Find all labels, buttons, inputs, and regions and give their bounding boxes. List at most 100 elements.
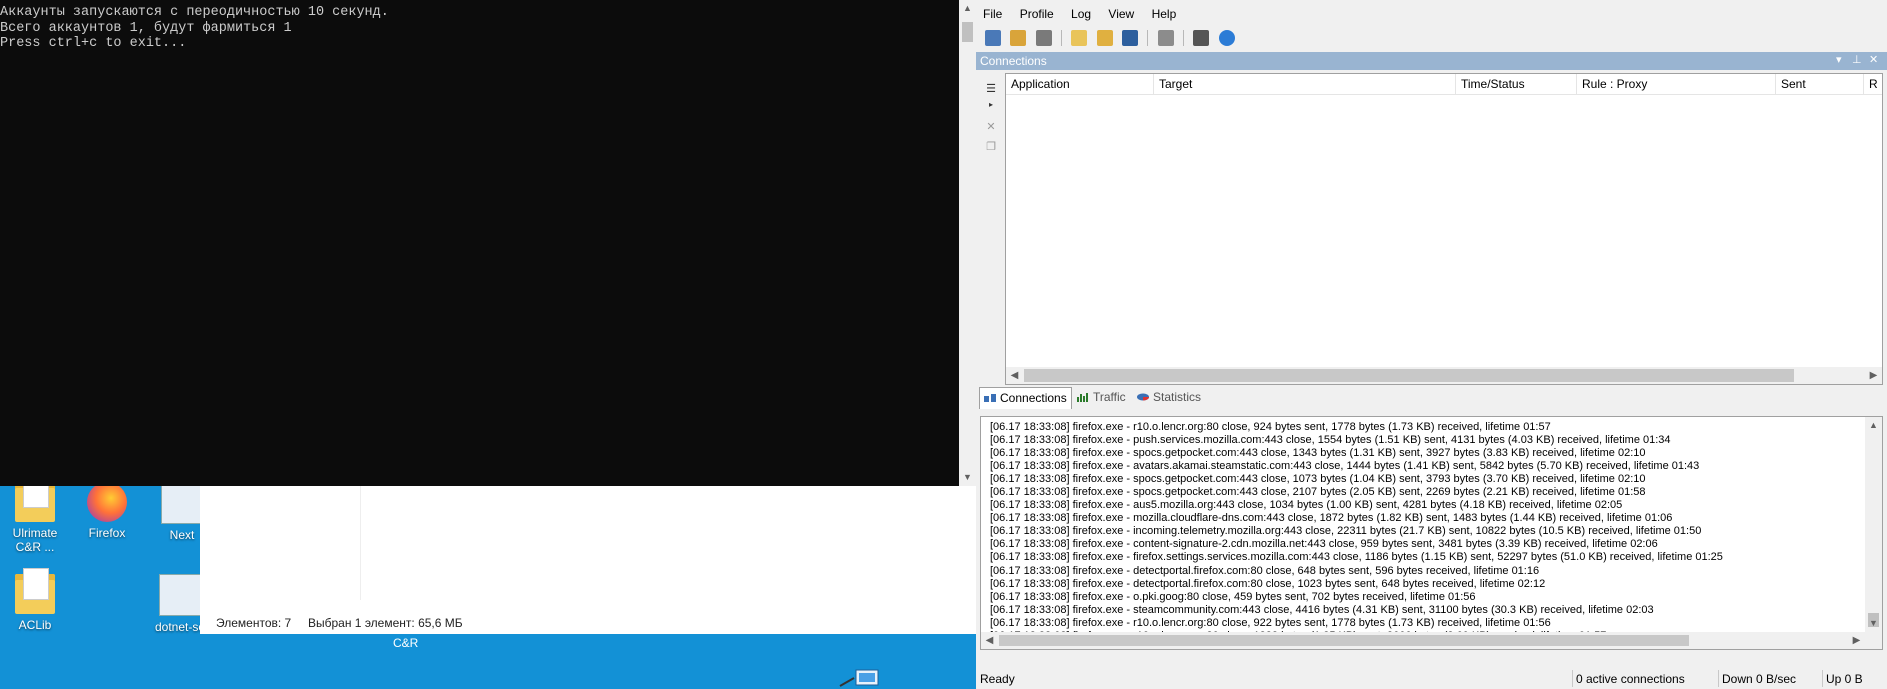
- status-bar: Ready 0 active connections Down 0 B/sec …: [976, 668, 1887, 689]
- help-icon[interactable]: [1218, 30, 1235, 46]
- status-active-connections: 0 active connections: [1576, 672, 1685, 686]
- menu-view[interactable]: View: [1101, 5, 1141, 23]
- network-monitor-icon[interactable]: [838, 668, 882, 689]
- column-target[interactable]: Target: [1154, 74, 1456, 94]
- log-line: [06.17 18:33:08] firefox.exe - detectpor…: [990, 564, 1540, 577]
- tab-label: Connections: [1000, 391, 1067, 405]
- log-line: [06.17 18:33:08] firefox.exe - spocs.get…: [990, 486, 1646, 499]
- desktop-icon-aclib[interactable]: ACLib: [0, 568, 70, 632]
- table-header: Application Target Time/Status Rule : Pr…: [1006, 74, 1882, 95]
- scroll-left-icon[interactable]: ◀: [1006, 367, 1023, 384]
- menu-log[interactable]: Log: [1064, 5, 1098, 23]
- pane-dropdown-icon[interactable]: ▾: [1836, 53, 1842, 66]
- new-profile-icon[interactable]: [1071, 30, 1088, 46]
- menu-profile[interactable]: Profile: [1013, 5, 1061, 23]
- connections-table[interactable]: Application Target Time/Status Rule : Pr…: [1005, 73, 1883, 385]
- scroll-left-icon[interactable]: ◀: [981, 632, 998, 649]
- desktop-icon-label: ACLib: [18, 618, 52, 632]
- status-download-rate: Down 0 B/sec: [1722, 672, 1797, 686]
- scroll-right-icon[interactable]: ▶: [1865, 367, 1882, 384]
- open-profile-icon[interactable]: [1096, 30, 1113, 46]
- status-upload-rate: Up 0 B: [1826, 672, 1863, 686]
- scroll-up-icon[interactable]: ▲: [1865, 417, 1882, 434]
- pane-title-text: Connections: [980, 54, 1047, 68]
- log-lines: [06.17 18:33:08] firefox.exe - r10.o.len…: [990, 421, 1850, 649]
- connections-pane-title: Connections ▾ ⊥ ✕: [976, 52, 1887, 70]
- log-horizontal-scrollbar[interactable]: ◀ ▶: [981, 632, 1865, 649]
- menu-help[interactable]: Help: [1145, 5, 1184, 23]
- console-line: Аккаунты запускаются с переодичностью 10…: [0, 5, 389, 20]
- bottom-tabs: Connections Traffic Statistics: [976, 387, 1887, 409]
- tab-statistics[interactable]: Statistics: [1133, 387, 1205, 408]
- scroll-right-icon[interactable]: ▶: [1848, 632, 1865, 649]
- name-resolution-icon[interactable]: [1035, 30, 1052, 46]
- column-time-status[interactable]: Time/Status: [1456, 74, 1577, 94]
- file-explorer-window: Элементов: 7 Выбран 1 элемент: 65,6 МБ: [200, 470, 976, 634]
- tab-connections[interactable]: Connections: [979, 387, 1072, 409]
- scroll-thumb[interactable]: [999, 635, 1689, 646]
- log-line: [06.17 18:33:08] firefox.exe - r10.o.len…: [990, 616, 1551, 629]
- log-line: [06.17 18:33:08] firefox.exe - steamcomm…: [990, 603, 1654, 616]
- scroll-thumb[interactable]: [962, 22, 973, 42]
- explorer-items-count: Элементов: 7: [216, 616, 292, 630]
- log-line: [06.17 18:33:08] firefox.exe - incoming.…: [990, 525, 1702, 538]
- log-line: [06.17 18:33:08] firefox.exe - avatars.a…: [990, 460, 1700, 473]
- folder-icon: [15, 476, 55, 522]
- column-sent[interactable]: Sent: [1776, 74, 1864, 94]
- expand-arrow-icon[interactable]: ▸: [984, 100, 998, 114]
- column-rule-proxy[interactable]: Rule : Proxy: [1577, 74, 1776, 94]
- list-view-icon[interactable]: ☰: [984, 82, 998, 96]
- log-line: [06.17 18:33:08] firefox.exe - o.pki.goo…: [990, 590, 1476, 603]
- proxification-rules-icon[interactable]: [1010, 30, 1027, 46]
- console-line: Press ctrl+c to exit...: [0, 36, 187, 51]
- close-connection-icon[interactable]: ✕: [984, 120, 998, 134]
- statistics-tab-icon: [1137, 393, 1149, 401]
- log-panel[interactable]: [06.17 18:33:08] firefox.exe - r10.o.len…: [980, 416, 1883, 650]
- scroll-down-icon[interactable]: ▼: [959, 469, 976, 486]
- connection-tools: ☰ ▸ ✕ ❐: [976, 72, 1004, 392]
- table-horizontal-scrollbar[interactable]: ◀ ▶: [1006, 367, 1882, 384]
- traffic-tab-icon: [1077, 393, 1088, 402]
- pane-pin-icon[interactable]: ⊥: [1852, 53, 1862, 66]
- desktop-icon-ultimate-cr[interactable]: Ulrimate C&R ...: [0, 476, 70, 554]
- desktop-icon-label: Firefox: [88, 526, 126, 540]
- scroll-thumb[interactable]: [1024, 369, 1794, 382]
- status-ready: Ready: [980, 672, 1015, 686]
- log-line: [06.17 18:33:08] firefox.exe - spocs.get…: [990, 447, 1646, 460]
- explorer-status-bar: Элементов: 7 Выбран 1 элемент: 65,6 МБ: [200, 614, 976, 634]
- desktop-cr-label: C&R: [393, 636, 419, 650]
- copy-icon[interactable]: ❐: [984, 140, 998, 154]
- proxifier-window: File Profile Log View Help Connections ▾…: [976, 0, 1887, 689]
- log-vertical-scrollbar[interactable]: ▲ ▼: [1865, 417, 1882, 649]
- log-line: [06.17 18:33:08] firefox.exe - aus5.mozi…: [990, 499, 1623, 512]
- save-profile-icon[interactable]: [1122, 30, 1139, 46]
- menu-file[interactable]: File: [976, 5, 1009, 23]
- log-line: [06.17 18:33:08] firefox.exe - push.serv…: [990, 434, 1671, 447]
- export-icon[interactable]: [1157, 30, 1174, 46]
- log-line: [06.17 18:33:08] firefox.exe - r10.o.len…: [990, 421, 1551, 433]
- connections-tab-icon: [984, 394, 996, 402]
- print-icon[interactable]: [1193, 30, 1210, 46]
- log-line: [06.17 18:33:08] firefox.exe - spocs.get…: [990, 473, 1646, 486]
- console-output: Аккаунты запускаются с переодичностью 10…: [0, 0, 976, 52]
- toolbar: [982, 28, 1238, 50]
- tab-label: Traffic: [1093, 390, 1126, 404]
- log-line: [06.17 18:33:08] firefox.exe - mozilla.c…: [990, 512, 1673, 525]
- scroll-down-icon[interactable]: ▼: [1865, 615, 1882, 632]
- scroll-up-icon[interactable]: ▲: [959, 0, 976, 17]
- column-application[interactable]: Application: [1006, 74, 1154, 94]
- log-line: [06.17 18:33:08] firefox.exe - content-s…: [990, 538, 1658, 551]
- console-line: Всего аккаунтов 1, будут фармиться 1: [0, 20, 292, 36]
- desktop-icon-firefox[interactable]: Firefox: [72, 482, 142, 540]
- folder-icon: [15, 568, 55, 614]
- console-scrollbar[interactable]: ▲ ▼: [959, 0, 976, 486]
- tab-label: Statistics: [1153, 390, 1202, 404]
- console-window[interactable]: Аккаунты запускаются с переодичностью 10…: [0, 0, 976, 486]
- installer-icon: [159, 574, 201, 616]
- tab-traffic[interactable]: Traffic: [1073, 387, 1130, 408]
- proxy-servers-icon[interactable]: [985, 30, 1001, 46]
- pane-close-icon[interactable]: ✕: [1869, 53, 1878, 66]
- log-line: [06.17 18:33:08] firefox.exe - firefox.s…: [990, 551, 1723, 564]
- column-received[interactable]: R: [1864, 74, 1882, 94]
- desktop-icon-label: Ulrimate C&R ...: [12, 526, 58, 554]
